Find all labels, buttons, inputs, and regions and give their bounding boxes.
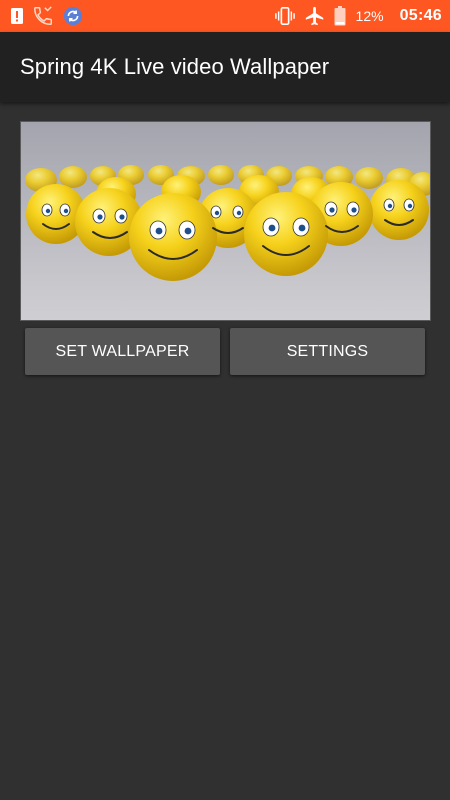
smiley-balls-image — [21, 122, 430, 320]
battery-icon — [334, 6, 346, 26]
missed-call-icon — [32, 5, 54, 27]
airplane-icon — [304, 5, 326, 27]
status-bar-left — [10, 5, 84, 27]
app-title: Spring 4K Live video Wallpaper — [20, 54, 330, 79]
app-bar: Spring 4K Live video Wallpaper — [0, 32, 450, 102]
sync-icon — [62, 5, 84, 27]
wallpaper-preview[interactable] — [20, 121, 431, 321]
alert-icon — [10, 6, 24, 26]
status-bar: 12% 05:46 — [0, 0, 450, 32]
vibrate-icon — [274, 6, 296, 26]
battery-percent: 12% — [355, 8, 384, 24]
clock: 05:46 — [399, 7, 442, 24]
status-bar-right: 12% 05:46 — [274, 5, 442, 27]
settings-button[interactable]: SETTINGS — [230, 328, 425, 375]
set-wallpaper-button[interactable]: SET WALLPAPER — [25, 328, 220, 375]
